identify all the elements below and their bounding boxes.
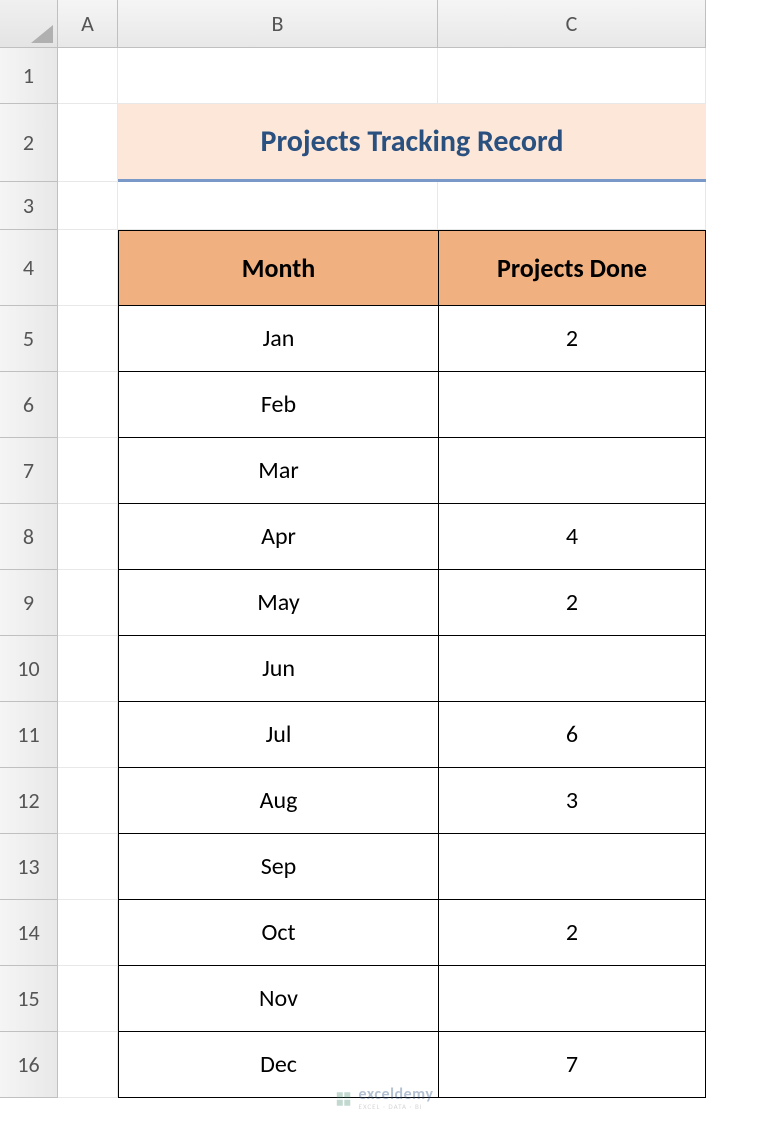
table-row-month[interactable]: Aug [118,768,438,834]
row-header-16[interactable]: 16 [0,1032,58,1098]
cell-a3[interactable] [58,182,118,230]
table-row-value[interactable] [438,372,706,438]
cell-a16[interactable] [58,1032,118,1098]
cell-a5[interactable] [58,306,118,372]
col-header-a[interactable]: A [58,0,118,48]
cell-a12[interactable] [58,768,118,834]
cell-b3[interactable] [118,182,438,230]
cell-a11[interactable] [58,702,118,768]
row-header-11[interactable]: 11 [0,702,58,768]
cell-a1[interactable] [58,48,118,104]
cell-a15[interactable] [58,966,118,1032]
watermark-main: exceldemy [359,1087,434,1103]
table-row-month[interactable]: Jun [118,636,438,702]
row-header-4[interactable]: 4 [0,230,58,306]
row-header-10[interactable]: 10 [0,636,58,702]
watermark: exceldemy EXCEL · DATA · BI [335,1087,434,1110]
row-header-15[interactable]: 15 [0,966,58,1032]
table-row-month[interactable]: Oct [118,900,438,966]
table-row-value[interactable]: 4 [438,504,706,570]
table-row-value[interactable] [438,966,706,1032]
cell-a7[interactable] [58,438,118,504]
cell-a4[interactable] [58,230,118,306]
watermark-sub: EXCEL · DATA · BI [359,1103,434,1110]
table-header-month[interactable]: Month [118,230,438,306]
cell-a8[interactable] [58,504,118,570]
logo-icon [335,1090,353,1108]
table-row-value[interactable]: 2 [438,900,706,966]
table-row-value[interactable] [438,834,706,900]
table-row-value[interactable] [438,438,706,504]
col-header-c[interactable]: C [438,0,706,48]
select-all-corner[interactable] [0,0,58,48]
row-header-2[interactable]: 2 [0,104,58,182]
row-header-6[interactable]: 6 [0,372,58,438]
cell-b1[interactable] [118,48,438,104]
table-row-value[interactable]: 7 [438,1032,706,1098]
table-row-month[interactable]: Mar [118,438,438,504]
row-header-12[interactable]: 12 [0,768,58,834]
spreadsheet-grid: A B C 1 2 Projects Tracking Record 3 4 M… [0,0,768,1098]
table-row-value[interactable]: 3 [438,768,706,834]
cell-a6[interactable] [58,372,118,438]
cell-a2[interactable] [58,104,118,182]
row-header-13[interactable]: 13 [0,834,58,900]
table-row-month[interactable]: Apr [118,504,438,570]
cell-c1[interactable] [438,48,706,104]
row-header-1[interactable]: 1 [0,48,58,104]
table-row-value[interactable]: 2 [438,306,706,372]
table-row-value[interactable]: 6 [438,702,706,768]
table-row-month[interactable]: Nov [118,966,438,1032]
row-header-5[interactable]: 5 [0,306,58,372]
cell-a14[interactable] [58,900,118,966]
table-row-month[interactable]: Feb [118,372,438,438]
table-row-month[interactable]: Sep [118,834,438,900]
row-header-9[interactable]: 9 [0,570,58,636]
table-row-month[interactable]: Jul [118,702,438,768]
table-row-value[interactable] [438,636,706,702]
table-row-month[interactable]: Jan [118,306,438,372]
col-header-b[interactable]: B [118,0,438,48]
table-row-value[interactable]: 2 [438,570,706,636]
row-header-8[interactable]: 8 [0,504,58,570]
row-header-14[interactable]: 14 [0,900,58,966]
cell-a10[interactable] [58,636,118,702]
table-row-month[interactable]: May [118,570,438,636]
row-header-3[interactable]: 3 [0,182,58,230]
cell-a9[interactable] [58,570,118,636]
page-title[interactable]: Projects Tracking Record [118,104,706,182]
table-header-projects[interactable]: Projects Done [438,230,706,306]
cell-c3[interactable] [438,182,706,230]
cell-a13[interactable] [58,834,118,900]
row-header-7[interactable]: 7 [0,438,58,504]
